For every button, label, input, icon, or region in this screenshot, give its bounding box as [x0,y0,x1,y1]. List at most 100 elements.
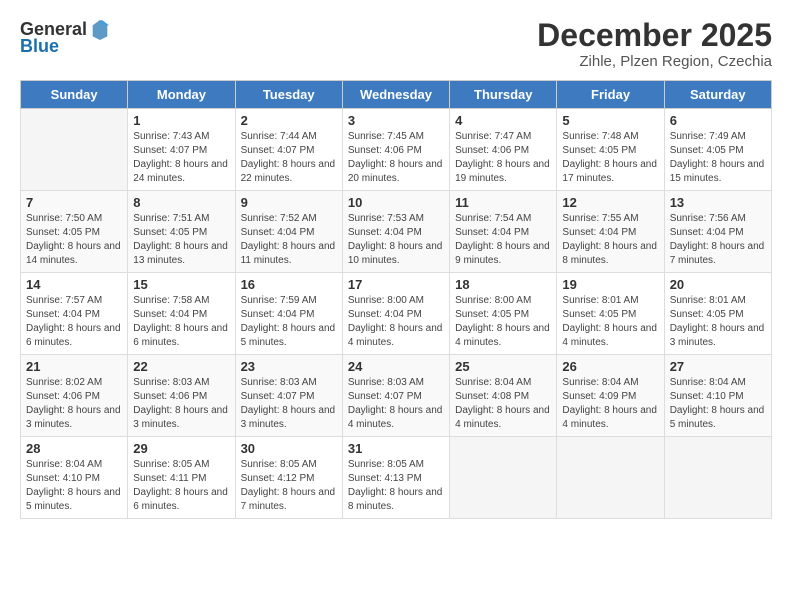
day-info: Sunrise: 7:45 AMSunset: 4:06 PMDaylight:… [348,130,444,186]
day-info: Sunrise: 7:51 AMSunset: 4:05 PMDaylight:… [133,212,229,268]
calendar-week-row: 1 Sunrise: 7:43 AMSunset: 4:07 PMDaylight… [21,109,772,191]
calendar-cell: 24 Sunrise: 8:03 AMSunset: 4:07 PMDayligh… [342,355,449,437]
weekday-header: Tuesday [235,81,342,109]
calendar-cell: 29 Sunrise: 8:05 AMSunset: 4:11 PMDayligh… [128,437,235,519]
day-info: Sunrise: 8:04 AMSunset: 4:09 PMDaylight:… [562,376,658,432]
calendar-table: SundayMondayTuesdayWednesdayThursdayFrid… [20,80,772,519]
day-info: Sunrise: 7:44 AMSunset: 4:07 PMDaylight:… [241,130,337,186]
day-number: 7 [26,195,122,210]
day-info: Sunrise: 8:04 AMSunset: 4:08 PMDaylight:… [455,376,551,432]
day-info: Sunrise: 7:55 AMSunset: 4:04 PMDaylight:… [562,212,658,268]
day-number: 16 [241,277,337,292]
header: General Blue December 2025 Zihle, Plzen … [20,18,772,70]
day-number: 5 [562,113,658,128]
calendar-cell [21,109,128,191]
calendar-cell: 20Sunrise: 8:01 AMSunset: 4:05 PMDayligh… [664,273,771,355]
calendar-cell: 23 Sunrise: 8:03 AMSunset: 4:07 PMDayligh… [235,355,342,437]
day-info: Sunrise: 7:57 AMSunset: 4:04 PMDaylight:… [26,294,122,350]
day-info: Sunrise: 7:52 AMSunset: 4:04 PMDaylight:… [241,212,337,268]
calendar-cell: 27 Sunrise: 8:04 AMSunset: 4:10 PMDayligh… [664,355,771,437]
day-info: Sunrise: 7:49 AMSunset: 4:05 PMDaylight:… [670,130,766,186]
calendar-week-row: 28Sunrise: 8:04 AMSunset: 4:10 PMDayligh… [21,437,772,519]
month-title: December 2025 [537,18,772,53]
day-number: 31 [348,441,444,456]
calendar-week-row: 21 Sunrise: 8:02 AMSunset: 4:06 PMDayligh… [21,355,772,437]
day-info: Sunrise: 7:43 AMSunset: 4:07 PMDaylight:… [133,130,229,186]
day-info: Sunrise: 7:59 AMSunset: 4:04 PMDaylight:… [241,294,337,350]
calendar-cell: 28Sunrise: 8:04 AMSunset: 4:10 PMDayligh… [21,437,128,519]
calendar-cell: 30 Sunrise: 8:05 AMSunset: 4:12 PMDayligh… [235,437,342,519]
day-number: 25 [455,359,551,374]
day-number: 26 [562,359,658,374]
calendar-cell: 17 Sunrise: 8:00 AMSunset: 4:04 PMDayligh… [342,273,449,355]
page-container: General Blue December 2025 Zihle, Plzen … [0,0,792,531]
day-number: 21 [26,359,122,374]
logo-icon [89,18,111,40]
day-number: 27 [670,359,766,374]
day-number: 23 [241,359,337,374]
day-info: Sunrise: 8:03 AMSunset: 4:07 PMDaylight:… [241,376,337,432]
calendar-cell: 18Sunrise: 8:00 AMSunset: 4:05 PMDayligh… [450,273,557,355]
day-info: Sunrise: 8:00 AMSunset: 4:04 PMDaylight:… [348,294,444,350]
day-number: 30 [241,441,337,456]
day-info: Sunrise: 8:05 AMSunset: 4:11 PMDaylight:… [133,458,229,514]
day-info: Sunrise: 7:48 AMSunset: 4:05 PMDaylight:… [562,130,658,186]
day-info: Sunrise: 8:01 AMSunset: 4:05 PMDaylight:… [670,294,766,350]
day-info: Sunrise: 7:53 AMSunset: 4:04 PMDaylight:… [348,212,444,268]
day-number: 12 [562,195,658,210]
calendar-cell: 1 Sunrise: 7:43 AMSunset: 4:07 PMDaylight… [128,109,235,191]
calendar-cell: 16 Sunrise: 7:59 AMSunset: 4:04 PMDayligh… [235,273,342,355]
calendar-cell: 6 Sunrise: 7:49 AMSunset: 4:05 PMDaylight… [664,109,771,191]
title-block: December 2025 Zihle, Plzen Region, Czech… [537,18,772,70]
day-number: 13 [670,195,766,210]
day-info: Sunrise: 7:47 AMSunset: 4:06 PMDaylight:… [455,130,551,186]
day-info: Sunrise: 7:58 AMSunset: 4:04 PMDaylight:… [133,294,229,350]
weekday-header: Saturday [664,81,771,109]
location-title: Zihle, Plzen Region, Czechia [537,53,772,70]
day-number: 14 [26,277,122,292]
day-info: Sunrise: 8:01 AMSunset: 4:05 PMDaylight:… [562,294,658,350]
day-number: 17 [348,277,444,292]
logo: General Blue [20,18,111,57]
calendar-cell: 9 Sunrise: 7:52 AMSunset: 4:04 PMDaylight… [235,191,342,273]
calendar-cell: 10Sunrise: 7:53 AMSunset: 4:04 PMDayligh… [342,191,449,273]
day-info: Sunrise: 8:05 AMSunset: 4:12 PMDaylight:… [241,458,337,514]
calendar-cell: 13 Sunrise: 7:56 AMSunset: 4:04 PMDayligh… [664,191,771,273]
day-number: 8 [133,195,229,210]
calendar-week-row: 7Sunrise: 7:50 AMSunset: 4:05 PMDaylight… [21,191,772,273]
day-number: 24 [348,359,444,374]
day-number: 19 [562,277,658,292]
calendar-cell: 14 Sunrise: 7:57 AMSunset: 4:04 PMDayligh… [21,273,128,355]
calendar-cell: 4Sunrise: 7:47 AMSunset: 4:06 PMDaylight… [450,109,557,191]
weekday-header: Sunday [21,81,128,109]
day-number: 11 [455,195,551,210]
day-info: Sunrise: 7:54 AMSunset: 4:04 PMDaylight:… [455,212,551,268]
calendar-cell [450,437,557,519]
day-number: 29 [133,441,229,456]
day-number: 2 [241,113,337,128]
weekday-header-row: SundayMondayTuesdayWednesdayThursdayFrid… [21,81,772,109]
calendar-week-row: 14 Sunrise: 7:57 AMSunset: 4:04 PMDayligh… [21,273,772,355]
day-info: Sunrise: 8:05 AMSunset: 4:13 PMDaylight:… [348,458,444,514]
calendar-cell: 31 Sunrise: 8:05 AMSunset: 4:13 PMDayligh… [342,437,449,519]
calendar-cell: 3Sunrise: 7:45 AMSunset: 4:06 PMDaylight… [342,109,449,191]
calendar-cell: 8 Sunrise: 7:51 AMSunset: 4:05 PMDaylight… [128,191,235,273]
day-number: 22 [133,359,229,374]
calendar-cell: 22Sunrise: 8:03 AMSunset: 4:06 PMDayligh… [128,355,235,437]
calendar-cell: 19 Sunrise: 8:01 AMSunset: 4:05 PMDayligh… [557,273,664,355]
calendar-cell: 12 Sunrise: 7:55 AMSunset: 4:04 PMDayligh… [557,191,664,273]
weekday-header: Thursday [450,81,557,109]
day-info: Sunrise: 8:04 AMSunset: 4:10 PMDaylight:… [26,458,122,514]
calendar-cell: 15 Sunrise: 7:58 AMSunset: 4:04 PMDayligh… [128,273,235,355]
day-info: Sunrise: 8:04 AMSunset: 4:10 PMDaylight:… [670,376,766,432]
day-number: 15 [133,277,229,292]
day-info: Sunrise: 7:56 AMSunset: 4:04 PMDaylight:… [670,212,766,268]
day-info: Sunrise: 8:02 AMSunset: 4:06 PMDaylight:… [26,376,122,432]
day-info: Sunrise: 8:03 AMSunset: 4:07 PMDaylight:… [348,376,444,432]
day-number: 6 [670,113,766,128]
day-number: 9 [241,195,337,210]
day-number: 1 [133,113,229,128]
calendar-cell: 11 Sunrise: 7:54 AMSunset: 4:04 PMDayligh… [450,191,557,273]
day-number: 18 [455,277,551,292]
calendar-cell: 2 Sunrise: 7:44 AMSunset: 4:07 PMDaylight… [235,109,342,191]
